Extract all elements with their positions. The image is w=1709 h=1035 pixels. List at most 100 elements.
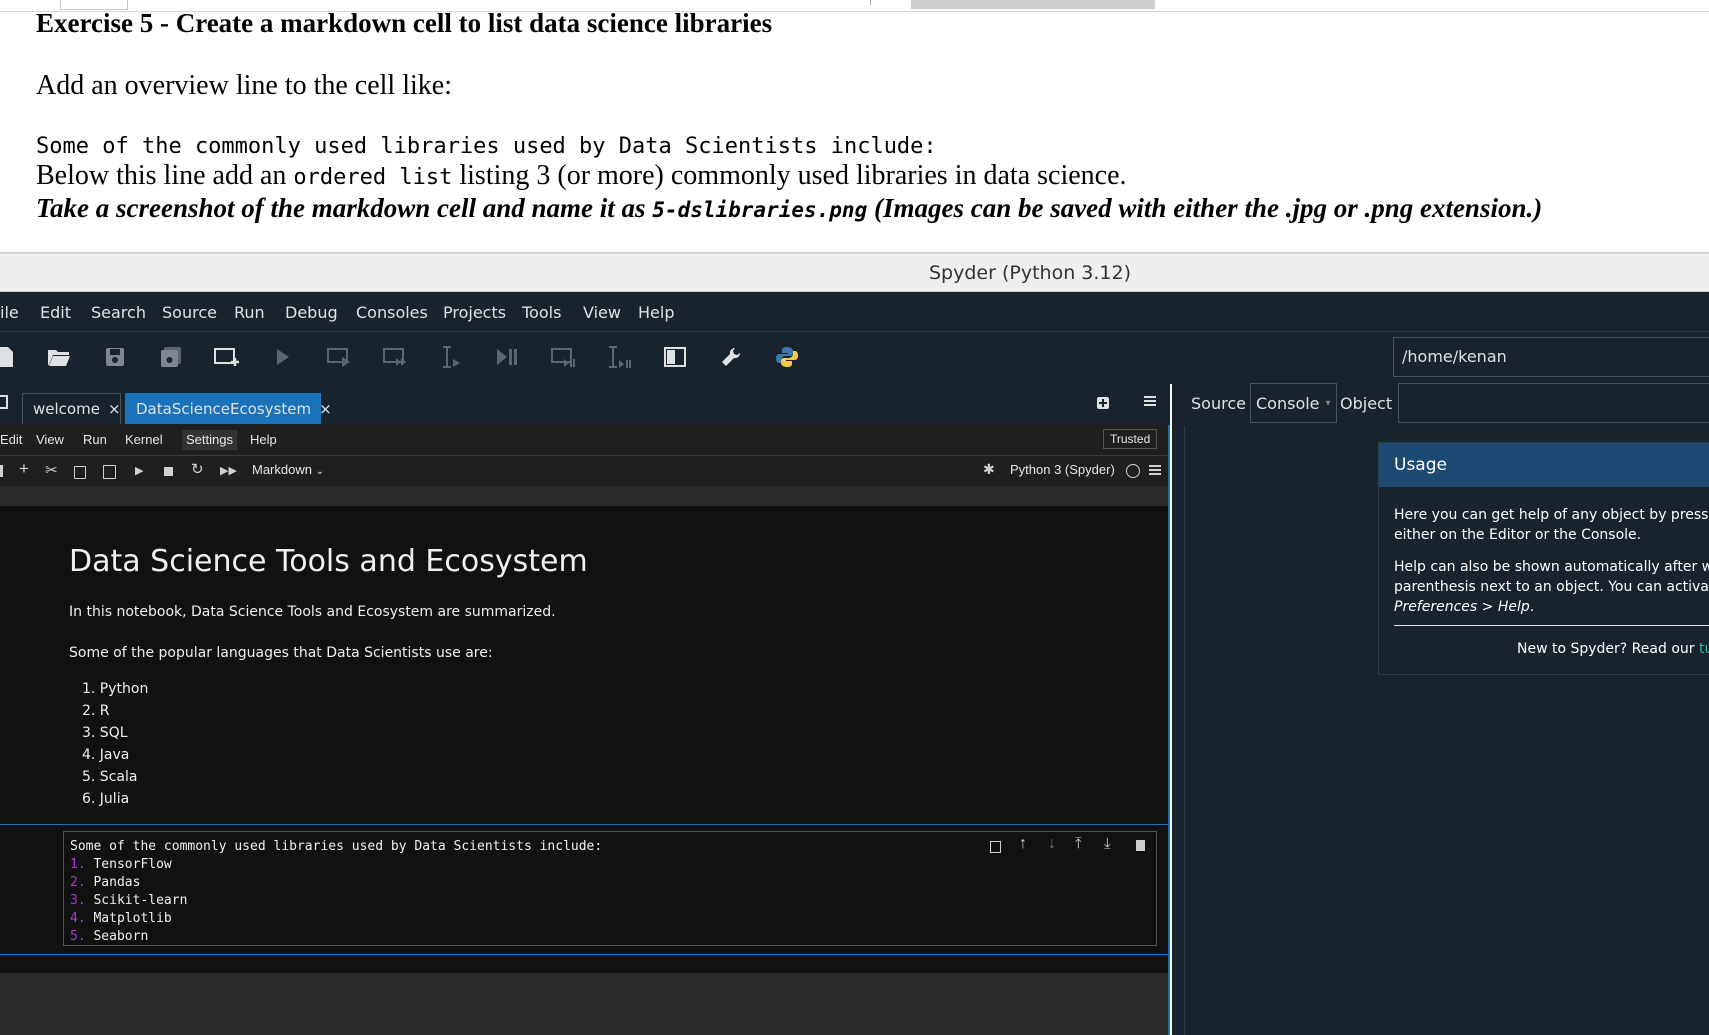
run-cell-advance-icon[interactable] [380, 342, 410, 372]
list-number: 2. [70, 875, 86, 890]
bug-icon[interactable]: ✱ [983, 461, 995, 478]
copy-icon[interactable] [74, 466, 86, 479]
kernel-status-icon [1126, 464, 1140, 478]
jupyter-menu-help[interactable]: Help [250, 432, 277, 447]
horizontal-scroll-thumb[interactable] [911, 0, 1155, 9]
run-selection-icon[interactable] [436, 342, 466, 372]
list-number: 3. [70, 893, 86, 908]
usage-panel: Usage Here you can get help of any objec… [1378, 442, 1709, 675]
save-notebook-icon[interactable] [0, 465, 3, 477]
list-item: 2. R [82, 703, 110, 719]
list-item: 1. Python [82, 681, 149, 697]
help-source-combo[interactable]: Console ▾ [1250, 383, 1337, 423]
debug-icon[interactable] [492, 342, 522, 372]
usage-text: parenthesis next to an object. You can a… [1394, 579, 1709, 595]
debug-cell-icon[interactable] [548, 342, 578, 372]
delete-cell-icon[interactable] [1136, 840, 1145, 851]
maximize-pane-icon[interactable] [660, 342, 690, 372]
move-up-icon[interactable]: ↑ [1019, 835, 1027, 853]
new-cell-icon[interactable] [212, 342, 242, 372]
usage-text: either on the Editor or the Console. [1394, 527, 1642, 543]
python-path-icon[interactable] [772, 342, 802, 372]
menu-search[interactable]: Search [91, 303, 146, 322]
jupyter-menu-view[interactable]: View [36, 432, 64, 447]
usage-footer-text: New to Spyder? Read our [1517, 641, 1699, 657]
menu-run[interactable]: Run [234, 303, 265, 322]
open-file-icon[interactable] [44, 342, 74, 372]
markdown-cell-editor[interactable]: Some of the commonly used libraries used… [63, 831, 1157, 946]
tutorial-link[interactable]: tu [1699, 641, 1709, 657]
menu-help[interactable]: Help [638, 303, 674, 322]
line4-text-a: Take a screenshot of the markdown cell a… [36, 193, 653, 223]
help-pane-toolbar: Source Console ▾ Object [1178, 383, 1709, 425]
menu-edit[interactable]: Edit [40, 303, 71, 322]
list-text: Scikit-learn [85, 893, 188, 908]
notebook-header-strip [0, 486, 1168, 506]
markdown-output-cell[interactable]: Data Science Tools and Ecosystem In this… [0, 506, 1168, 824]
insert-cell-above-icon[interactable]: ⤒ [1075, 835, 1082, 852]
cut-icon[interactable]: ✂ [45, 461, 58, 479]
code-line-1: Some of the commonly used libraries used… [70, 839, 603, 854]
interrupt-kernel-icon[interactable] [164, 467, 173, 476]
line3-text-a: Below this line add an [36, 160, 294, 191]
jupyter-menu-settings[interactable]: Settings [182, 430, 237, 450]
close-icon[interactable]: × [108, 400, 121, 418]
cell-type-select[interactable]: Markdown ⌄ [252, 462, 324, 477]
notebook-title: Data Science Tools and Ecosystem [69, 544, 588, 579]
insert-cell-below-icon[interactable]: ⤓ [1104, 835, 1111, 852]
menu-projects[interactable]: Projects [443, 303, 506, 322]
run-cell-icon[interactable] [324, 342, 354, 372]
preferences-path: Preferences > Help [1394, 599, 1530, 615]
exercise-code-line: Some of the commonly used libraries used… [36, 134, 937, 159]
jupyter-menu-edit[interactable]: Edit [0, 432, 22, 447]
help-object-input[interactable] [1398, 383, 1709, 423]
notebook-menu-icon[interactable] [1149, 465, 1161, 475]
code-line: 1. TensorFlow [70, 857, 172, 872]
menu-tools[interactable]: Tools [522, 303, 561, 322]
exercise-heading: Exercise 5 - Create a markdown cell to l… [36, 8, 773, 38]
code-line: 5. Seaborn [70, 929, 148, 944]
debug-selection-icon[interactable] [604, 342, 634, 372]
browse-tabs-icon[interactable] [0, 395, 8, 409]
menu-debug[interactable]: Debug [285, 303, 338, 322]
tab-welcome[interactable]: welcome × [22, 393, 121, 424]
restart-run-all-icon[interactable]: ▶▶ [220, 464, 237, 477]
tab-active-label: DataScienceEcosystem [136, 400, 312, 418]
notebook-toolbar: + ✂ ▶ ↻ ▶▶ Markdown ⌄ ✱ Python 3 (Spyder… [0, 456, 1168, 487]
save-all-icon[interactable] [156, 342, 186, 372]
move-down-icon[interactable]: ↓ [1048, 835, 1056, 853]
usage-divider [1394, 625, 1709, 626]
duplicate-cell-icon[interactable] [990, 841, 1001, 853]
menu-view[interactable]: View [583, 303, 621, 322]
jupyter-menu-kernel[interactable]: Kernel [125, 432, 163, 447]
list-text: TensorFlow [85, 857, 172, 872]
preferences-icon[interactable] [716, 342, 746, 372]
usage-header: Usage [1379, 443, 1709, 487]
tab-datascienceecosystem[interactable]: DataScienceEcosystem × [125, 393, 332, 424]
jupyter-menu-run[interactable]: Run [83, 432, 107, 447]
restart-kernel-icon[interactable]: ↻ [191, 460, 204, 478]
new-file-icon[interactable] [0, 342, 20, 372]
line3-code: ordered list [293, 165, 453, 190]
save-icon[interactable] [100, 342, 130, 372]
cell-type-value: Markdown [252, 462, 312, 477]
close-icon[interactable]: × [319, 400, 332, 418]
menu-file[interactable]: ile [0, 303, 19, 322]
paste-icon[interactable] [103, 465, 116, 479]
exercise-instruction: Add an overview line to the cell like: [36, 70, 452, 101]
add-cell-icon[interactable]: + [19, 459, 29, 479]
list-text: Pandas [85, 875, 141, 890]
kernel-name[interactable]: Python 3 (Spyder) [1010, 462, 1115, 477]
working-directory-combo[interactable]: /home/kenan [1393, 337, 1709, 377]
new-tab-icon[interactable] [1097, 397, 1109, 409]
trusted-badge[interactable]: Trusted [1103, 429, 1158, 449]
options-menu-icon[interactable] [1144, 396, 1156, 406]
menu-source[interactable]: Source [162, 303, 217, 322]
menu-consoles[interactable]: Consoles [356, 303, 428, 322]
list-item: 3. SQL [82, 725, 128, 741]
languages-intro: Some of the popular languages that Data … [69, 645, 493, 661]
run-icon[interactable] [268, 342, 298, 372]
code-line: 4. Matplotlib [70, 911, 172, 926]
line4-text-b: (Images can be saved with either the .jp… [867, 193, 1543, 223]
run-cell-icon[interactable]: ▶ [135, 464, 143, 477]
